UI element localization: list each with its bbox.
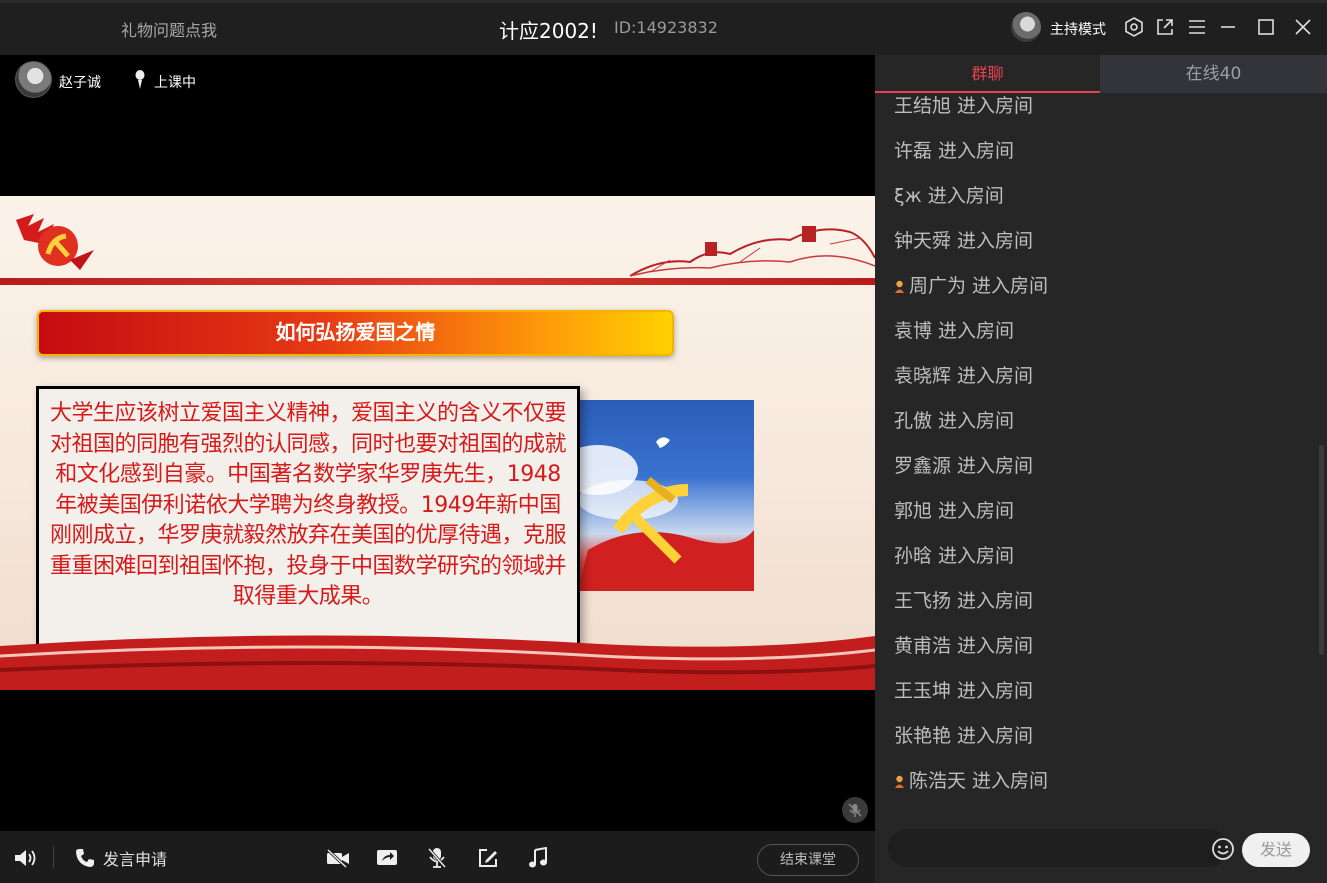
chat-message: 袁晓辉 进入房间 bbox=[894, 359, 1033, 389]
chat-message: 袁博 进入房间 bbox=[894, 314, 1014, 344]
chat-message-text: 陈浩天 进入房间 bbox=[909, 769, 1049, 792]
chat-scrollbar[interactable] bbox=[1319, 445, 1324, 655]
chat-message-text: 周广为 进入房间 bbox=[909, 274, 1049, 297]
user-badge-icon bbox=[894, 772, 905, 788]
chat-message-text: 王飞扬 进入房间 bbox=[894, 589, 1034, 612]
edit-icon[interactable] bbox=[475, 845, 501, 871]
bottom-toolbar: 发言申请 结束课堂 bbox=[0, 831, 875, 883]
microphone-icon bbox=[133, 70, 147, 94]
chat-message-text: 王玉坤 进入房间 bbox=[894, 679, 1034, 702]
chat-message-text: ξж 进入房间 bbox=[894, 184, 1004, 207]
room-title: 计应2002! bbox=[499, 19, 598, 43]
microphone-off-icon[interactable] bbox=[424, 845, 450, 871]
chat-message-text: 许磊 进入房间 bbox=[894, 139, 1015, 162]
gift-help-link[interactable]: 礼物问题点我 bbox=[121, 17, 217, 41]
chat-message: ξж 进入房间 bbox=[894, 179, 1004, 209]
speak-request-button[interactable]: 发言申请 bbox=[103, 846, 167, 870]
chat-message: 王飞扬 进入房间 bbox=[894, 584, 1033, 614]
teacher-avatar bbox=[15, 61, 52, 98]
maximize-icon[interactable] bbox=[1253, 14, 1279, 40]
chat-message: 许磊 进入房间 bbox=[894, 134, 1014, 164]
chat-message-text: 张艳艳 进入房间 bbox=[894, 724, 1034, 747]
chat-message: 孔傲 进入房间 bbox=[894, 404, 1014, 434]
chat-message-text: 郭旭 进入房间 bbox=[894, 499, 1015, 522]
slide-header-band bbox=[0, 278, 875, 285]
class-status: 上课中 bbox=[154, 75, 196, 91]
chat-message-text: 袁晓辉 进入房间 bbox=[894, 364, 1034, 387]
slide-title-bar: 如何弘扬爱国之情 bbox=[37, 310, 674, 356]
chat-message: 周广为 进入房间 bbox=[894, 269, 1048, 299]
settings-icon[interactable] bbox=[1121, 14, 1147, 40]
great-wall-graphic bbox=[630, 226, 875, 277]
screen-share-icon[interactable] bbox=[374, 845, 400, 871]
phone-icon[interactable] bbox=[72, 845, 98, 871]
chat-message: 张艳艳 进入房间 bbox=[894, 719, 1033, 749]
teacher-name: 赵子诚 bbox=[59, 75, 101, 91]
chat-message: 王结旭 进入房间 bbox=[894, 93, 1033, 119]
chat-message: 郭旭 进入房间 bbox=[894, 494, 1014, 524]
party-emblem-icon bbox=[16, 214, 94, 270]
message-list: 王结旭 进入房间 许磊 进入房间 ξж 进入房间钟天舜 进入房间周广为 进入房间袁博… bbox=[875, 93, 1315, 805]
room-id: ID:14923832 bbox=[614, 18, 718, 37]
chat-message: 王玉坤 进入房间 bbox=[894, 674, 1033, 704]
chat-message-text: 孙晗 进入房间 bbox=[894, 544, 1015, 567]
host-mode-label[interactable]: 主持模式 bbox=[1050, 19, 1106, 39]
tab-online[interactable]: 在线40 bbox=[1100, 55, 1327, 93]
presentation-slide: 如何弘扬爱国之情 大学生应该树立爱国主义精神，爱国主义的含义不仅要对祖国的同胞有… bbox=[0, 196, 875, 690]
toolbar-divider bbox=[53, 846, 54, 868]
popout-icon[interactable] bbox=[1152, 14, 1178, 40]
chat-message: 陈浩天 进入房间 bbox=[894, 764, 1048, 794]
slide-title: 如何弘扬爱国之情 bbox=[275, 322, 436, 344]
slide-text-box: 大学生应该树立爱国主义精神，爱国主义的含义不仅要对祖国的同胞有强烈的认同感，同时… bbox=[36, 386, 580, 662]
end-class-button[interactable]: 结束课堂 bbox=[757, 844, 859, 876]
chat-panel: 群聊 在线40 王结旭 进入房间 许磊 进入房间 ξж 进入房间钟天舜 进入房间周广… bbox=[875, 55, 1327, 883]
chat-message-text: 孔傲 进入房间 bbox=[894, 409, 1015, 432]
emoji-icon[interactable] bbox=[1211, 837, 1235, 861]
chat-message: 孙晗 进入房间 bbox=[894, 539, 1014, 569]
chat-input[interactable] bbox=[888, 829, 1228, 867]
chat-message: 钟天舜 进入房间 bbox=[894, 224, 1033, 254]
user-badge-icon bbox=[894, 277, 905, 293]
slide-footer-wave bbox=[0, 635, 875, 690]
minimize-icon[interactable] bbox=[1215, 14, 1241, 40]
window-top-edge bbox=[0, 0, 1327, 3]
menu-icon[interactable] bbox=[1184, 14, 1210, 40]
title-bar: 礼物问题点我 计应2002! ID:14923832 主持模式 bbox=[0, 0, 1327, 55]
mic-muted-icon bbox=[842, 797, 868, 823]
chat-message-text: 王结旭 进入房间 bbox=[894, 94, 1034, 117]
tab-group-chat[interactable]: 群聊 bbox=[875, 55, 1100, 93]
speaker-icon[interactable] bbox=[12, 845, 38, 871]
chat-message-text: 黄甫浩 进入房间 bbox=[894, 634, 1034, 657]
chat-tabs: 群聊 在线40 bbox=[875, 55, 1327, 93]
chat-message-text: 罗鑫源 进入房间 bbox=[894, 454, 1034, 477]
slide-photo bbox=[578, 400, 754, 591]
camera-off-icon[interactable] bbox=[325, 845, 351, 871]
close-icon[interactable] bbox=[1290, 14, 1316, 40]
chat-message: 罗鑫源 进入房间 bbox=[894, 449, 1033, 479]
chat-message-text: 钟天舜 进入房间 bbox=[894, 229, 1034, 252]
music-icon[interactable] bbox=[525, 845, 551, 871]
video-area: 赵子诚 上课中 如何弘扬爱国之情 大学生应该树立爱国主义精神，爱国主义的含义不仅… bbox=[0, 55, 875, 831]
chat-message: 黄甫浩 进入房间 bbox=[894, 629, 1033, 659]
slide-body-text: 大学生应该树立爱国主义精神，爱国主义的含义不仅要对祖国的同胞有强烈的认同感，同时… bbox=[49, 401, 567, 609]
host-avatar[interactable] bbox=[1011, 12, 1041, 42]
send-button[interactable]: 发送 bbox=[1242, 833, 1310, 867]
chat-message-text: 袁博 进入房间 bbox=[894, 319, 1015, 342]
